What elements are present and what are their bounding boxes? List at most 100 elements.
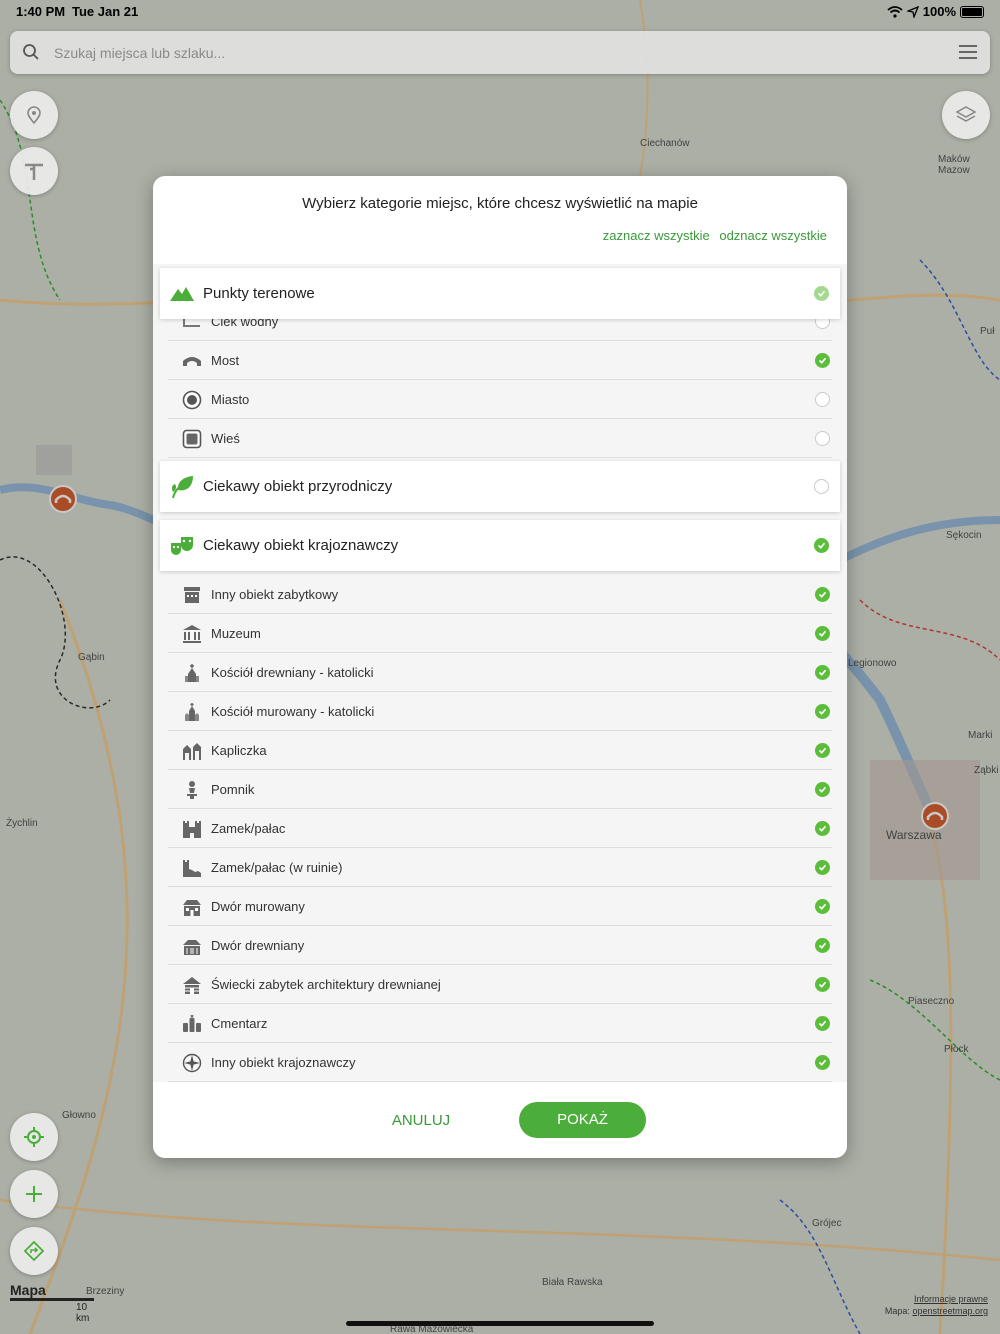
item-label: Kapliczka — [211, 743, 267, 758]
category-header-nature[interactable]: Ciekawy obiekt przyrodniczy — [160, 461, 840, 512]
item-label: Pomnik — [211, 782, 255, 797]
deselect-all-link[interactable]: odznacz wszystkie — [719, 228, 827, 243]
list-item[interactable]: Kapliczka — [168, 731, 832, 770]
list-item[interactable]: Muzeum — [168, 614, 832, 653]
statue-icon — [187, 781, 197, 799]
plus-icon — [26, 1186, 42, 1202]
list-item[interactable]: Cmentarz — [168, 1004, 832, 1043]
item-label: Świecki zabytek architektury drewnianej — [211, 977, 441, 992]
cemetery-icon — [183, 1015, 201, 1032]
show-button[interactable]: POKAŻ — [519, 1102, 646, 1138]
chapel-icon — [183, 743, 201, 760]
category-checkbox[interactable] — [814, 286, 829, 301]
castle-icon — [183, 821, 201, 838]
item-checkbox[interactable] — [815, 587, 830, 602]
list-item[interactable]: Dwór murowany — [168, 887, 832, 926]
item-label: Muzeum — [211, 626, 261, 641]
list-item[interactable]: Inny obiekt krajoznawczy — [168, 1043, 832, 1082]
item-label: Miasto — [211, 392, 250, 407]
category-list[interactable]: Punkty terenowe Ciek wodny Most Miasto W… — [153, 264, 847, 1082]
item-checkbox[interactable] — [815, 782, 830, 797]
search-input[interactable] — [54, 39, 934, 66]
manor-icon — [183, 900, 201, 916]
list-item[interactable]: Inny obiekt zabytkowy — [168, 575, 832, 614]
castle-ruin-icon — [183, 860, 201, 877]
item-label: Kościół murowany - katolicki — [211, 704, 375, 719]
wooden-manor-icon — [183, 940, 201, 955]
item-checkbox[interactable] — [815, 665, 830, 680]
item-checkbox[interactable] — [815, 431, 830, 446]
legal-info-link[interactable]: Informacje prawne — [885, 1293, 988, 1305]
item-checkbox[interactable] — [815, 977, 830, 992]
selection-links: zaznacz wszystkie odznacz wszystkie — [597, 228, 827, 243]
cancel-button[interactable]: ANULUJ — [371, 1103, 471, 1139]
item-label: Zamek/pałac — [211, 821, 286, 836]
list-item[interactable]: Most — [168, 341, 832, 380]
wooden-church-icon — [185, 664, 199, 682]
category-checkbox[interactable] — [814, 538, 829, 553]
item-label: Zamek/pałac (w ruinie) — [211, 860, 343, 875]
item-checkbox[interactable] — [815, 821, 830, 836]
crosshair-icon — [24, 1127, 44, 1147]
map-logo: Mapa — [10, 1282, 46, 1298]
category-checkbox[interactable] — [814, 479, 829, 494]
category-header-terrain-points[interactable]: Punkty terenowe — [160, 268, 840, 319]
home-indicator[interactable] — [346, 1321, 654, 1326]
item-checkbox[interactable] — [815, 1016, 830, 1031]
item-checkbox[interactable] — [815, 1055, 830, 1070]
layers-button[interactable] — [942, 91, 990, 139]
zoom-in-button[interactable] — [10, 1170, 58, 1218]
status-date: Tue Jan 21 — [72, 4, 139, 19]
list-item[interactable]: Wieś — [168, 419, 832, 458]
item-label: Dwór drewniany — [211, 938, 305, 953]
item-checkbox[interactable] — [815, 860, 830, 875]
wifi-icon — [887, 5, 903, 18]
list-item[interactable]: Zamek/pałac — [168, 809, 832, 848]
theater-masks-icon — [171, 537, 193, 555]
item-checkbox[interactable] — [815, 392, 830, 407]
trails-button[interactable] — [10, 147, 58, 195]
list-item[interactable]: Zamek/pałac (w ruinie) — [168, 848, 832, 887]
select-all-link[interactable]: zaznacz wszystkie — [603, 228, 710, 243]
scale-label: 10 km — [76, 1302, 90, 1324]
pin-icon — [27, 106, 41, 125]
list-item[interactable]: Kościół murowany - katolicki — [168, 692, 832, 731]
search-icon — [23, 44, 39, 60]
category-label: Ciekawy obiekt przyrodniczy — [203, 478, 393, 495]
item-checkbox[interactable] — [815, 899, 830, 914]
item-checkbox[interactable] — [815, 704, 830, 719]
item-label: Inny obiekt zabytkowy — [211, 587, 339, 602]
battery-icon — [960, 5, 984, 18]
status-time: 1:40 PM — [16, 4, 66, 19]
museum-icon — [183, 625, 201, 643]
village-icon — [182, 429, 202, 449]
leaf-icon — [171, 476, 193, 499]
city-icon — [182, 390, 202, 410]
places-button[interactable] — [10, 91, 58, 139]
hamburger-menu-icon[interactable] — [958, 43, 978, 61]
scale-bar: Mapa 10 km — [10, 1282, 94, 1324]
route-icon — [23, 1240, 45, 1262]
list-item[interactable]: Dwór drewniany — [168, 926, 832, 965]
list-item[interactable]: Miasto — [168, 380, 832, 419]
status-bar: 1:40 PM Tue Jan 21 100% — [0, 0, 1000, 24]
route-button[interactable] — [10, 1227, 58, 1275]
osm-link[interactable]: openstreetmap.org — [912, 1306, 988, 1316]
list-item[interactable]: Świecki zabytek architektury drewnianej — [168, 965, 832, 1004]
search-bar — [10, 31, 990, 74]
item-checkbox[interactable] — [815, 626, 830, 641]
status-indicators: 100% — [887, 4, 984, 19]
dialog-title: Wybierz kategorie miejsc, które chcesz w… — [302, 195, 698, 212]
item-checkbox[interactable] — [815, 938, 830, 953]
item-checkbox[interactable] — [815, 353, 830, 368]
list-item[interactable]: Kościół drewniany - katolicki — [168, 653, 832, 692]
signpost-icon — [25, 163, 43, 180]
item-checkbox[interactable] — [815, 743, 830, 758]
item-label: Inny obiekt krajoznawczy — [211, 1055, 356, 1070]
list-item[interactable]: Pomnik — [168, 770, 832, 809]
locate-me-button[interactable] — [10, 1113, 58, 1161]
item-label: Most — [211, 353, 240, 368]
item-label: Wieś — [211, 431, 240, 446]
category-header-sightseeing[interactable]: Ciekawy obiekt krajoznawczy — [160, 520, 840, 571]
map-attribution: Informacje prawne Mapa: openstreetmap.or… — [885, 1293, 988, 1317]
